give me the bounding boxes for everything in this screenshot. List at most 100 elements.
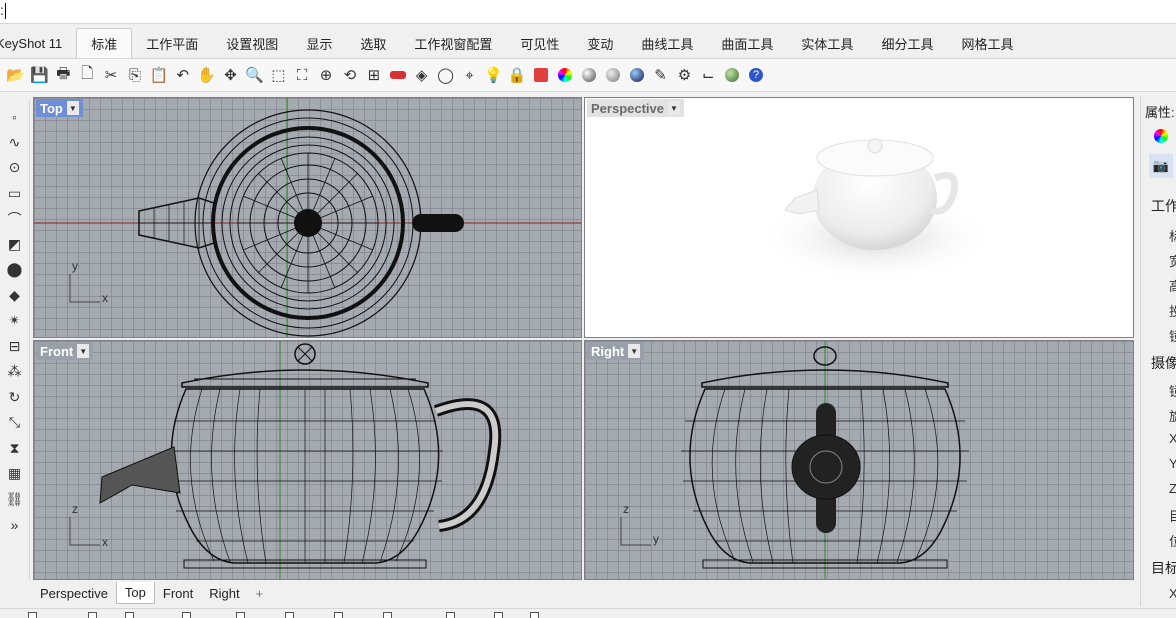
help-icon[interactable]: ? (745, 63, 768, 87)
gear-icon[interactable]: ⚙ (673, 63, 696, 87)
zoom-window-icon[interactable]: ⬚ (267, 63, 290, 87)
tab-curve-tools[interactable]: 曲线工具 (627, 28, 707, 58)
viewport-tab-top[interactable]: Top (115, 582, 155, 604)
material-icon[interactable] (530, 63, 553, 87)
tab-subd-tools[interactable]: 细分工具 (867, 28, 947, 58)
rotate-icon[interactable]: ⟲ (338, 63, 361, 87)
tab-viewport-layout[interactable]: 工作视窗配置 (400, 28, 506, 58)
right-view-wireframe: z y (620, 341, 969, 579)
lock-icon[interactable]: 🔒 (506, 63, 529, 87)
tab-visibility[interactable]: 可见性 (506, 28, 573, 58)
blue-sphere-icon[interactable] (625, 63, 648, 87)
tab-set-view[interactable]: 设置视图 (212, 28, 292, 58)
chevron-down-icon[interactable]: ▼ (628, 344, 641, 358)
copy-icon[interactable]: ⎘ (123, 63, 146, 87)
tab-select[interactable]: 选取 (346, 28, 400, 58)
shade-icon[interactable]: ◈ (410, 63, 433, 87)
cut-icon[interactable]: ✂ (100, 63, 123, 87)
scale-icon[interactable]: ⤡ (2, 410, 28, 436)
osnap-checkbox[interactable] (88, 612, 97, 618)
viewport-top[interactable]: y x Top ▼ (33, 97, 582, 338)
mirror-icon[interactable]: ⧗ (2, 436, 28, 462)
viewport-perspective[interactable]: Perspective ▼ (584, 97, 1134, 338)
rotate-view-icon[interactable]: ✥ (219, 63, 242, 87)
dimension-icon[interactable]: ⌙ (697, 63, 720, 87)
osnap-checkbox[interactable] (182, 612, 191, 618)
tab-workplane[interactable]: 工作平面 (132, 28, 212, 58)
zoom-extents-icon[interactable]: ⛶ (291, 63, 314, 87)
arc-icon[interactable]: ⌒ (2, 206, 28, 232)
tab-solid-tools[interactable]: 实体工具 (787, 28, 867, 58)
viewport-right[interactable]: z y Right ▼ (584, 340, 1134, 580)
osnap-checkbox[interactable] (530, 612, 539, 618)
viewport-tab-front[interactable]: Front (155, 582, 201, 604)
osnap-checkbox[interactable] (125, 612, 134, 618)
viewport-label-perspective[interactable]: Perspective ▼ (587, 99, 684, 117)
solid-icon[interactable]: ⬤ (2, 257, 28, 283)
panel-field: 标 (1169, 229, 1176, 244)
tab-transform[interactable]: 变动 (573, 28, 627, 58)
pan-hand-icon[interactable]: ✋ (195, 63, 218, 87)
sphere-icon[interactable] (577, 63, 600, 87)
tab-standard[interactable]: 标准 (76, 28, 133, 58)
print-icon[interactable]: 🖶 (52, 63, 75, 87)
color-wheel-icon[interactable] (553, 63, 576, 87)
osnap-checkbox[interactable] (236, 612, 245, 618)
osnap-checkbox[interactable] (28, 612, 37, 618)
undo-icon[interactable]: ↶ (171, 63, 194, 87)
add-viewport-icon[interactable]: + (248, 582, 272, 604)
tab-display[interactable]: 显示 (292, 28, 346, 58)
chevron-down-icon[interactable]: ▼ (668, 101, 680, 115)
import-icon[interactable]: 🗋 (76, 63, 99, 87)
viewport-label-top[interactable]: Top ▼ (36, 99, 83, 117)
viewport-front[interactable]: z x Front ▼ (33, 340, 582, 580)
snap-icon[interactable]: ⌖ (458, 63, 481, 87)
camera-icon[interactable]: 📷 (1149, 154, 1173, 178)
osnap-checkbox[interactable] (383, 612, 392, 618)
explode-icon[interactable]: ✴ (2, 308, 28, 334)
four-view-icon[interactable]: ⊞ (362, 63, 385, 87)
surface-icon[interactable]: ◩ (2, 232, 28, 258)
shaded-sphere-icon[interactable] (601, 63, 624, 87)
curve-icon[interactable]: ∿ (2, 130, 28, 156)
color-wheel-icon[interactable] (1149, 124, 1173, 148)
open-icon[interactable]: 📂 (4, 63, 27, 87)
light-bulb-icon[interactable]: 💡 (482, 63, 505, 87)
chevron-down-icon[interactable]: ▼ (66, 101, 79, 115)
osnap-checkbox[interactable] (285, 612, 294, 618)
command-line[interactable]: : (0, 0, 1176, 24)
pen-icon[interactable]: ✎ (649, 63, 672, 87)
circle-icon[interactable]: ◯ (434, 63, 457, 87)
more-icon[interactable]: » (2, 512, 28, 538)
save-icon[interactable]: 💾 (28, 63, 51, 87)
chevron-down-icon[interactable]: ▼ (77, 344, 90, 358)
zoom-icon[interactable]: 🔍 (243, 63, 266, 87)
boolean-icon[interactable]: ⊟ (2, 334, 28, 360)
car-icon[interactable] (386, 63, 409, 87)
render-icon[interactable] (721, 63, 744, 87)
rotate-icon[interactable]: ↻ (2, 385, 28, 411)
rectangle-icon[interactable]: ▭ (2, 181, 28, 207)
point-icon[interactable]: ◦ (2, 104, 28, 130)
osnap-checkbox[interactable] (446, 612, 455, 618)
paste-icon[interactable]: 📋 (147, 63, 170, 87)
array-icon[interactable]: ⁂ (2, 359, 28, 385)
text-caret (4, 3, 6, 20)
viewport-label-front[interactable]: Front ▼ (36, 342, 94, 360)
mesh-icon[interactable]: ◆ (2, 283, 28, 309)
viewport-tab-perspective[interactable]: Perspective (32, 582, 116, 604)
osnap-checkbox[interactable] (494, 612, 503, 618)
grid-icon[interactable]: ▦ (2, 461, 28, 487)
panel-field: Y (1169, 456, 1176, 471)
zoom-selected-icon[interactable]: ⊕ (315, 63, 338, 87)
osnap-checkbox[interactable] (334, 612, 343, 618)
tab-keyshot[interactable]: KeyShot 11 (0, 28, 76, 58)
join-icon[interactable]: ⛓ (2, 487, 28, 513)
viewport-tab-right[interactable]: Right (201, 582, 247, 604)
command-prompt: : (0, 2, 4, 18)
tab-mesh-tools[interactable]: 网格工具 (947, 28, 1027, 58)
left-toolbar: ◦ ∿ ⊙ ▭ ⌒ ◩ ⬤ ◆ ✴ ⊟ ⁂ ↻ ⤡ ⧗ ▦ ⛓ » (0, 100, 30, 580)
tab-surface-tools[interactable]: 曲面工具 (707, 28, 787, 58)
circle-icon[interactable]: ⊙ (2, 155, 28, 181)
viewport-label-right[interactable]: Right ▼ (587, 342, 645, 360)
